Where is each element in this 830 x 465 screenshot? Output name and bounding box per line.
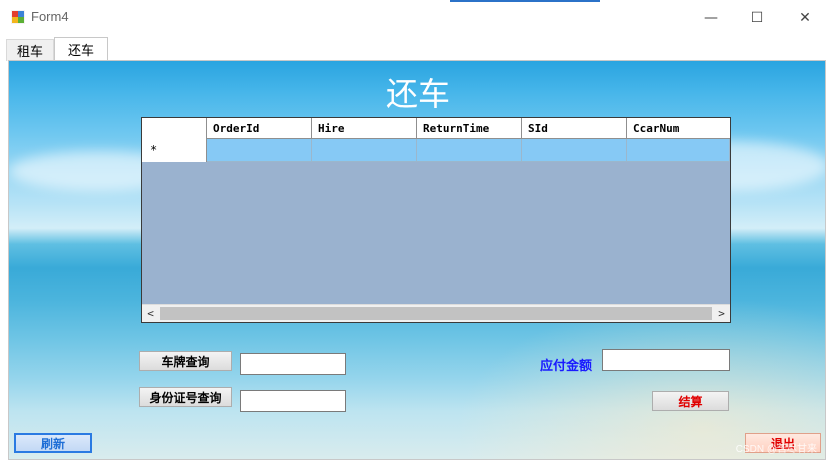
plate-number-input[interactable] <box>240 353 346 375</box>
grid-cell[interactable] <box>207 139 312 162</box>
page-title: 还车 <box>385 75 450 113</box>
app-window: Form4 — ☐ ✕ 租车 还车 还车 OrderId Hire Return… <box>0 0 830 465</box>
title-bar: Form4 — ☐ ✕ <box>0 0 830 36</box>
scrollbar-thumb[interactable] <box>160 307 712 320</box>
column-header-ccarnum[interactable]: CcarNum <box>627 118 732 139</box>
amount-due-label: 应付金额 <box>540 359 593 374</box>
watermark-text: CSDN @苦尽甘来 <box>735 444 817 455</box>
scroll-left-arrow-icon[interactable]: < <box>142 305 159 322</box>
tab-return-car[interactable]: 还车 <box>54 37 108 61</box>
column-header-sid[interactable]: SId <box>522 118 627 139</box>
grid-cell[interactable] <box>627 139 730 162</box>
maximize-button[interactable]: ☐ <box>734 0 780 36</box>
grid-cell[interactable] <box>417 139 522 162</box>
new-row-marker[interactable]: * <box>142 139 207 162</box>
refresh-button[interactable]: 刷新 <box>14 433 92 453</box>
horizontal-scrollbar[interactable]: < > <box>142 304 730 322</box>
id-number-input[interactable] <box>240 390 346 412</box>
settle-button[interactable]: 结算 <box>652 391 729 411</box>
grid-new-row[interactable]: * <box>142 139 730 162</box>
window-title: Form4 <box>31 9 69 24</box>
plate-query-button[interactable]: 车牌查询 <box>139 351 232 371</box>
grid-corner-cell[interactable] <box>142 118 207 139</box>
column-header-returntime[interactable]: ReturnTime <box>417 118 522 139</box>
amount-due-input[interactable] <box>602 349 730 371</box>
column-header-hire[interactable]: Hire <box>312 118 417 139</box>
close-button[interactable]: ✕ <box>782 0 828 36</box>
form-app-icon <box>11 10 25 24</box>
tab-rent-car[interactable]: 租车 <box>6 39 54 61</box>
tab-strip: 租车 还车 <box>4 37 824 61</box>
column-header-orderid[interactable]: OrderId <box>207 118 312 139</box>
title-accent-line <box>450 0 600 2</box>
id-query-button[interactable]: 身份证号查询 <box>139 387 232 407</box>
return-car-panel: 还车 OrderId Hire ReturnTime SId CcarNum *… <box>8 60 826 460</box>
scroll-right-arrow-icon[interactable]: > <box>713 305 730 322</box>
orders-data-grid[interactable]: OrderId Hire ReturnTime SId CcarNum * < … <box>141 117 731 323</box>
grid-cell[interactable] <box>312 139 417 162</box>
grid-header-row: OrderId Hire ReturnTime SId CcarNum <box>142 118 730 139</box>
grid-cell[interactable] <box>522 139 627 162</box>
minimize-button[interactable]: — <box>688 0 734 36</box>
